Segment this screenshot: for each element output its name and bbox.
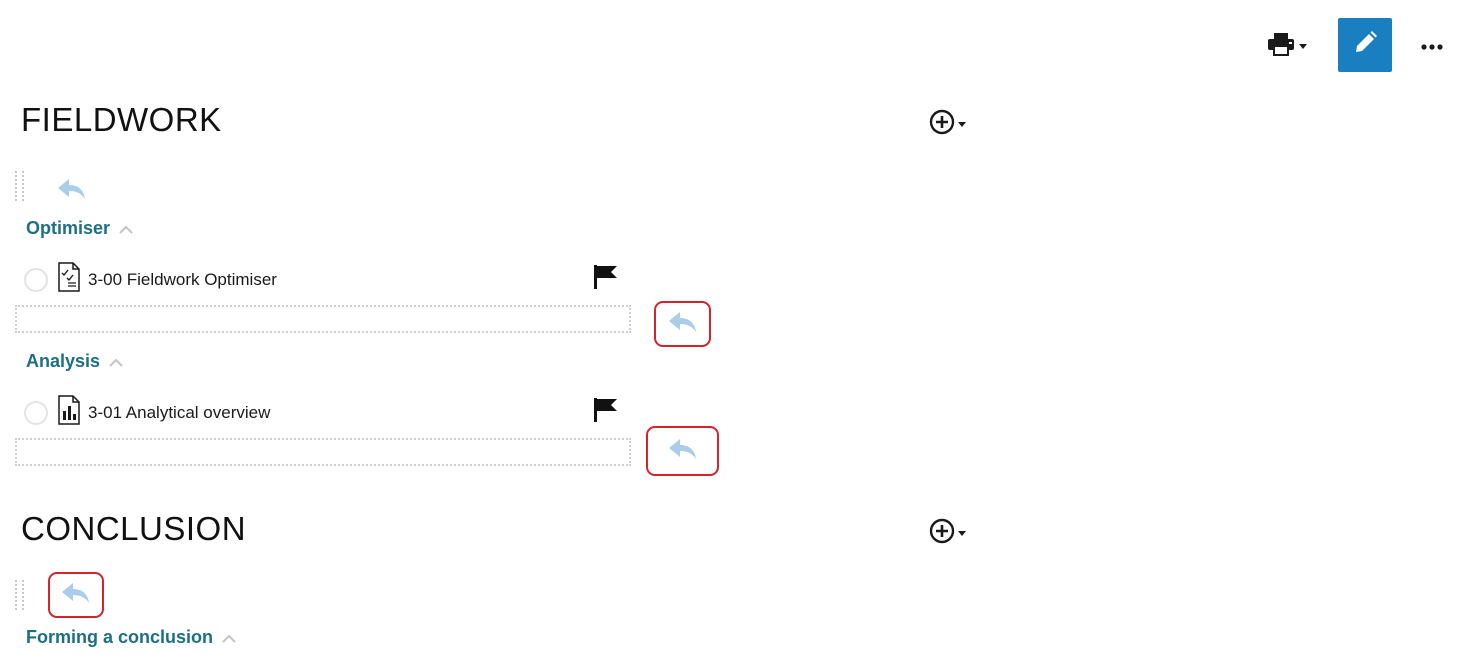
reply-icon (668, 311, 698, 338)
reply-button[interactable] (48, 572, 104, 618)
reply-button[interactable] (654, 301, 711, 347)
ellipsis-icon (1421, 37, 1443, 55)
add-item-button[interactable] (929, 518, 966, 549)
group-title-forming-a-conclusion[interactable]: Forming a conclusion (26, 627, 236, 648)
print-button[interactable] (1266, 28, 1322, 64)
flag-icon (593, 265, 619, 294)
flag-button[interactable] (593, 397, 619, 428)
drag-handle[interactable] (15, 580, 24, 610)
reply-icon (61, 582, 91, 609)
group-title-label: Forming a conclusion (26, 627, 214, 647)
reply-button[interactable] (646, 426, 719, 476)
chevron-down-icon (958, 122, 966, 127)
chevron-down-icon (958, 531, 966, 536)
status-radio[interactable] (24, 400, 48, 425)
flag-icon (593, 398, 619, 427)
printer-icon (1266, 32, 1296, 61)
plus-circle-icon (929, 109, 955, 140)
chevron-up-icon (222, 627, 236, 648)
add-item-button[interactable] (929, 109, 966, 140)
section-title-fieldwork: FIELDWORK (21, 101, 222, 138)
list-item: 3-00 Fieldwork Optimiser (24, 262, 277, 297)
reply-icon (668, 438, 698, 465)
item-label[interactable]: 3-01 Analytical overview (88, 403, 270, 423)
list-item: 3-01 Analytical overview (24, 395, 270, 430)
reply-button[interactable] (52, 174, 92, 208)
pencil-icon (1352, 30, 1378, 61)
drop-zone (15, 305, 631, 333)
drop-zone (15, 438, 631, 466)
flag-button[interactable] (593, 264, 619, 295)
section-title-conclusion: CONCLUSION (21, 510, 247, 547)
chevron-up-icon (119, 218, 133, 239)
checklist-doc-icon (58, 262, 80, 297)
chevron-down-icon (1299, 43, 1307, 49)
reply-icon (57, 178, 87, 205)
item-label[interactable]: 3-00 Fieldwork Optimiser (88, 270, 277, 290)
edit-button[interactable] (1338, 18, 1392, 72)
group-title-analysis[interactable]: Analysis (26, 351, 123, 372)
more-options-button[interactable] (1414, 28, 1450, 64)
chevron-up-icon (109, 351, 123, 372)
drag-handle[interactable] (15, 171, 24, 201)
group-title-optimiser[interactable]: Optimiser (26, 218, 133, 239)
group-title-label: Analysis (26, 351, 101, 371)
plus-circle-icon (929, 518, 955, 549)
group-title-label: Optimiser (26, 218, 111, 238)
chart-doc-icon (58, 395, 80, 430)
status-radio[interactable] (24, 267, 48, 292)
